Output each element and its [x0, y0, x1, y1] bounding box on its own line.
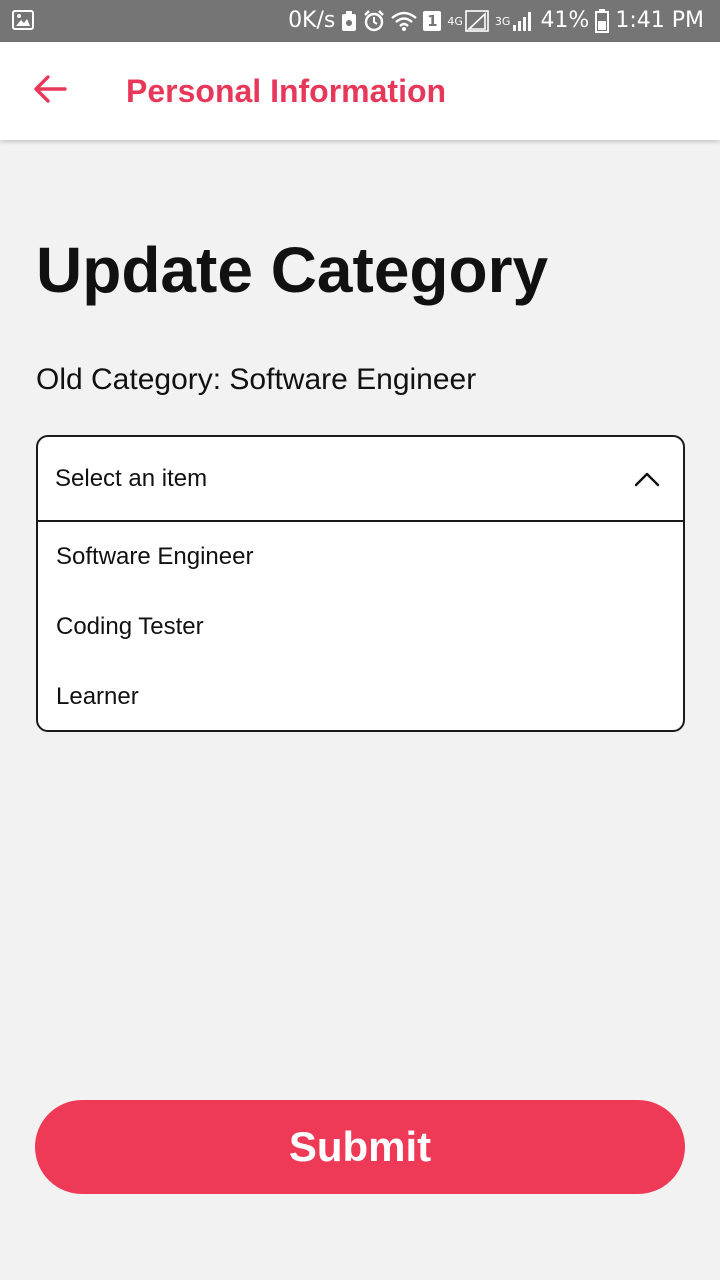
sim-badge-icon: 1: [423, 11, 442, 31]
submit-button[interactable]: Submit: [35, 1100, 685, 1194]
dropdown-header[interactable]: Select an item: [38, 437, 683, 522]
app-bar-title: Personal Information: [126, 73, 447, 109]
sim-number: 1: [423, 11, 442, 31]
signal-4g-icon: 4G: [447, 10, 489, 32]
net-3g-label: 3G: [494, 14, 511, 28]
dropdown-option-learner[interactable]: Learner: [38, 662, 683, 730]
chevron-up-icon[interactable]: [633, 467, 661, 491]
old-category-label: Old Category: Software Engineer: [36, 363, 477, 396]
dropdown-list: Software Engineer Coding Tester Learner: [38, 522, 683, 730]
battery-percent: 41%: [540, 8, 590, 33]
net-4g-label: 4G: [447, 14, 463, 28]
signal-3g-icon: 3G: [495, 10, 535, 32]
back-arrow-icon: [33, 74, 67, 109]
back-button[interactable]: [26, 67, 74, 115]
dropdown-option-coding-tester[interactable]: Coding Tester: [38, 592, 683, 662]
image-icon: [12, 9, 34, 31]
network-speed: 0K/s: [288, 8, 336, 33]
dropdown-placeholder: Select an item: [55, 465, 208, 492]
wifi-icon: [391, 11, 418, 31]
dropdown-option-software-engineer[interactable]: Software Engineer: [38, 522, 683, 592]
app-bar: Personal Information: [0, 42, 720, 140]
recycle-icon: [341, 10, 357, 32]
alarm-icon: [363, 10, 385, 32]
status-bar: 0K/s 1 4G 3G 41% 1:41 PM: [0, 0, 720, 42]
page-title: Update Category: [36, 234, 549, 306]
clock: 1:41 PM: [615, 8, 704, 33]
battery-icon: [595, 9, 610, 33]
category-dropdown[interactable]: Select an item Software Engineer Coding …: [36, 435, 685, 732]
